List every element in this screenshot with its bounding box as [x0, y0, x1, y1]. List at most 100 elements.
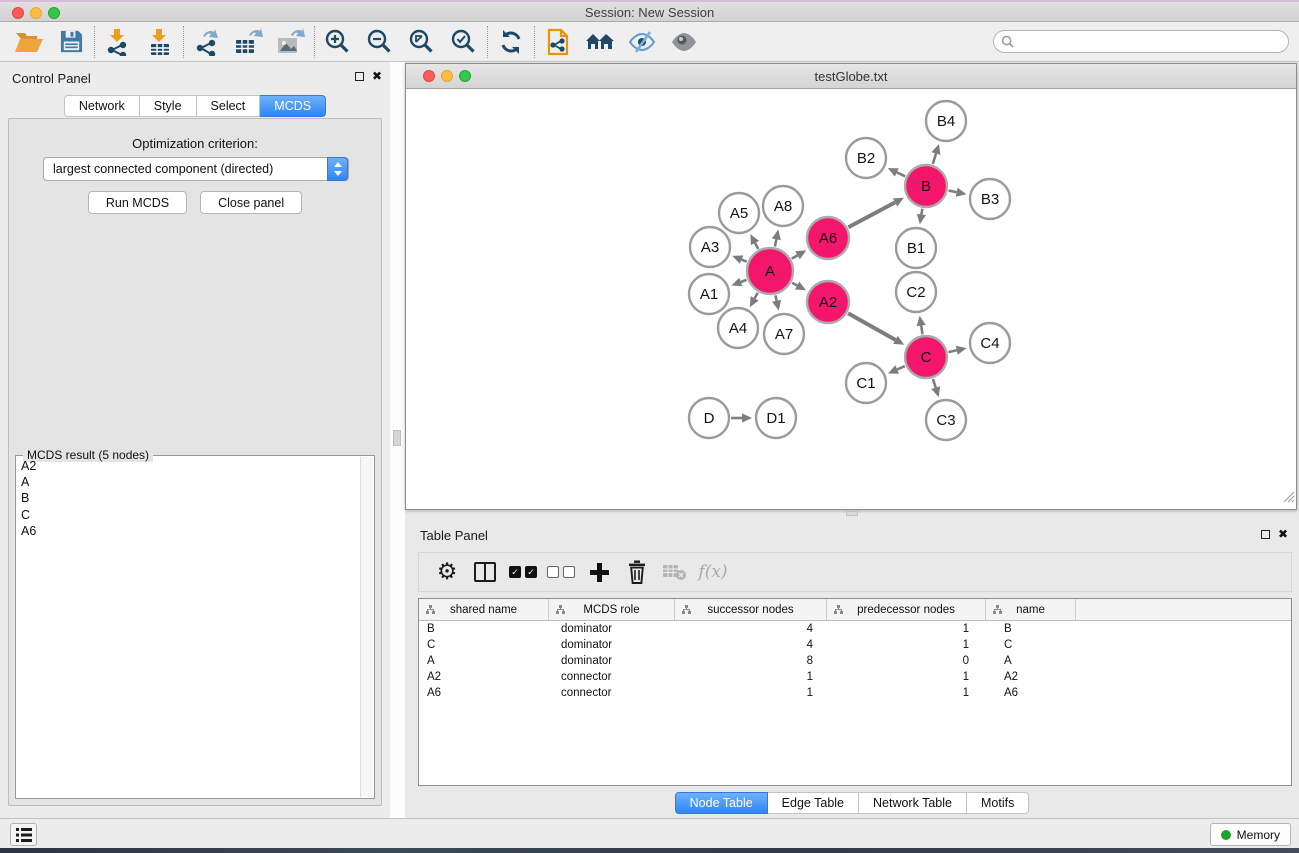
export-image-icon[interactable]	[270, 25, 312, 59]
table-cell[interactable]: dominator	[549, 621, 675, 637]
search-input[interactable]	[1018, 33, 1288, 51]
graph-node-B2[interactable]: B2	[846, 138, 886, 178]
table-cell[interactable]: 1	[827, 669, 986, 685]
graph-node-B[interactable]: B	[905, 165, 947, 207]
table-cell[interactable]: connector	[549, 685, 675, 701]
graph-node-A[interactable]: A	[747, 248, 793, 294]
graph-node-C[interactable]: C	[905, 336, 947, 378]
graph-edge-C-C1[interactable]	[897, 366, 905, 369]
show-columns-icon[interactable]	[466, 555, 504, 589]
graph-edge-A2-C[interactable]	[848, 313, 895, 340]
zoom-out-icon[interactable]	[359, 25, 401, 59]
graph-edge-B-B3[interactable]	[949, 191, 957, 193]
table-cell[interactable]: 1	[827, 685, 986, 701]
hide-selected-eye-icon[interactable]	[621, 25, 663, 59]
export-table-icon[interactable]	[228, 25, 270, 59]
graph-node-C4[interactable]: C4	[970, 323, 1010, 363]
table-cell[interactable]: connector	[549, 669, 675, 685]
mcds-result-list[interactable]: A2ABCA6	[17, 458, 360, 797]
graph-node-A6[interactable]: A6	[807, 217, 849, 259]
memory-button[interactable]: Memory	[1210, 823, 1291, 846]
splitter-handle[interactable]	[393, 430, 401, 446]
graph-edge-B-B2[interactable]	[897, 172, 905, 176]
result-item[interactable]: A	[17, 474, 360, 490]
table-row[interactable]: A6connector11A6	[419, 685, 1291, 701]
graph-node-A5[interactable]: A5	[719, 193, 759, 233]
search-field[interactable]	[993, 30, 1289, 53]
graph-edge-A-A7[interactable]	[775, 295, 776, 300]
tab-style[interactable]: Style	[140, 95, 197, 117]
close-panel-icon[interactable]: ✖	[372, 71, 382, 82]
function-builder-icon[interactable]: f(x)	[694, 555, 732, 589]
table-row[interactable]: Cdominator41C	[419, 637, 1291, 653]
tab-network-table[interactable]: Network Table	[859, 792, 967, 814]
graph-node-A7[interactable]: A7	[764, 314, 804, 354]
column-header-shared-name[interactable]: shared name	[419, 599, 549, 620]
graph-node-C2[interactable]: C2	[896, 272, 936, 312]
column-header-name[interactable]: name	[986, 599, 1076, 620]
table-cell[interactable]: A2	[419, 669, 549, 685]
column-header-successor-nodes[interactable]: successor nodes	[675, 599, 827, 620]
network-from-file-icon[interactable]	[537, 25, 579, 59]
column-header-MCDS-role[interactable]: MCDS role	[549, 599, 675, 620]
graph-edge-A-A6[interactable]	[792, 255, 798, 258]
network-canvas[interactable]: B4B2BB3A5A8A6B1A3AC2A1A2A4A7CC4C1C3DD1	[406, 89, 1296, 509]
graph-node-A3[interactable]: A3	[690, 227, 730, 267]
run-mcds-button[interactable]: Run MCDS	[88, 191, 187, 214]
table-cell[interactable]: A2	[986, 669, 1076, 685]
graph-edge-A-A2[interactable]	[792, 283, 797, 286]
close-panel-button[interactable]: Close panel	[200, 191, 302, 214]
graph-node-D[interactable]: D	[689, 398, 729, 438]
zoom-fit-icon[interactable]	[401, 25, 443, 59]
float-table-panel-icon[interactable]	[1261, 530, 1270, 539]
tab-select[interactable]: Select	[197, 95, 261, 117]
graph-node-C3[interactable]: C3	[926, 400, 966, 440]
delete-column-trash-icon[interactable]	[618, 555, 656, 589]
graph-edge-A-A5[interactable]	[755, 243, 758, 249]
select-all-checkbox-icon[interactable]: ✓✓	[504, 555, 542, 589]
result-item[interactable]: A2	[17, 458, 360, 474]
graph-edge-A-A1[interactable]	[741, 280, 747, 282]
tab-edge-table[interactable]: Edge Table	[768, 792, 859, 814]
table-cell[interactable]: 1	[827, 637, 986, 653]
table-row[interactable]: A2connector11A2	[419, 669, 1291, 685]
graph-node-A1[interactable]: A1	[689, 274, 729, 314]
tab-mcds[interactable]: MCDS	[260, 95, 326, 117]
table-cell[interactable]: 1	[675, 669, 827, 685]
delete-table-icon[interactable]	[656, 555, 694, 589]
graph-node-B1[interactable]: B1	[896, 228, 936, 268]
task-history-button[interactable]	[10, 823, 37, 846]
save-session-icon[interactable]	[50, 25, 92, 59]
zoom-selected-icon[interactable]	[443, 25, 485, 59]
table-cell[interactable]: C	[986, 637, 1076, 653]
graph-node-B3[interactable]: B3	[970, 179, 1010, 219]
network-window-titlebar[interactable]: testGlobe.txt	[406, 64, 1296, 89]
import-table-icon[interactable]	[139, 25, 181, 59]
select-stepper[interactable]	[327, 157, 348, 181]
table-cell[interactable]: 1	[827, 621, 986, 637]
tab-network[interactable]: Network	[64, 95, 140, 117]
table-cell[interactable]: 1	[675, 685, 827, 701]
graph-edge-C-C3[interactable]	[933, 379, 936, 388]
deselect-all-checkbox-icon[interactable]	[542, 555, 580, 589]
zoom-in-icon[interactable]	[317, 25, 359, 59]
result-item[interactable]: C	[17, 507, 360, 523]
column-header-predecessor-nodes[interactable]: predecessor nodes	[827, 599, 986, 620]
table-cell[interactable]: A	[986, 653, 1076, 669]
table-cell[interactable]: A	[419, 653, 549, 669]
graph-edge-A-A3[interactable]	[742, 260, 747, 262]
horizontal-splitter-handle[interactable]	[846, 511, 858, 516]
refresh-icon[interactable]	[490, 25, 532, 59]
table-row[interactable]: Bdominator41B	[419, 621, 1291, 637]
table-cell[interactable]: 0	[827, 653, 986, 669]
graph-node-B4[interactable]: B4	[926, 101, 966, 141]
criterion-select[interactable]: largest connected component (directed)	[43, 157, 349, 181]
table-cell[interactable]: A6	[986, 685, 1076, 701]
graph-edge-A6-B[interactable]	[848, 202, 895, 227]
graph-edge-C-C4[interactable]	[948, 350, 956, 352]
result-item[interactable]: A6	[17, 523, 360, 539]
table-cell[interactable]: C	[419, 637, 549, 653]
table-cell[interactable]: dominator	[549, 653, 675, 669]
table-settings-gear-icon[interactable]: ⚙	[428, 555, 466, 589]
table-cell[interactable]: dominator	[549, 637, 675, 653]
